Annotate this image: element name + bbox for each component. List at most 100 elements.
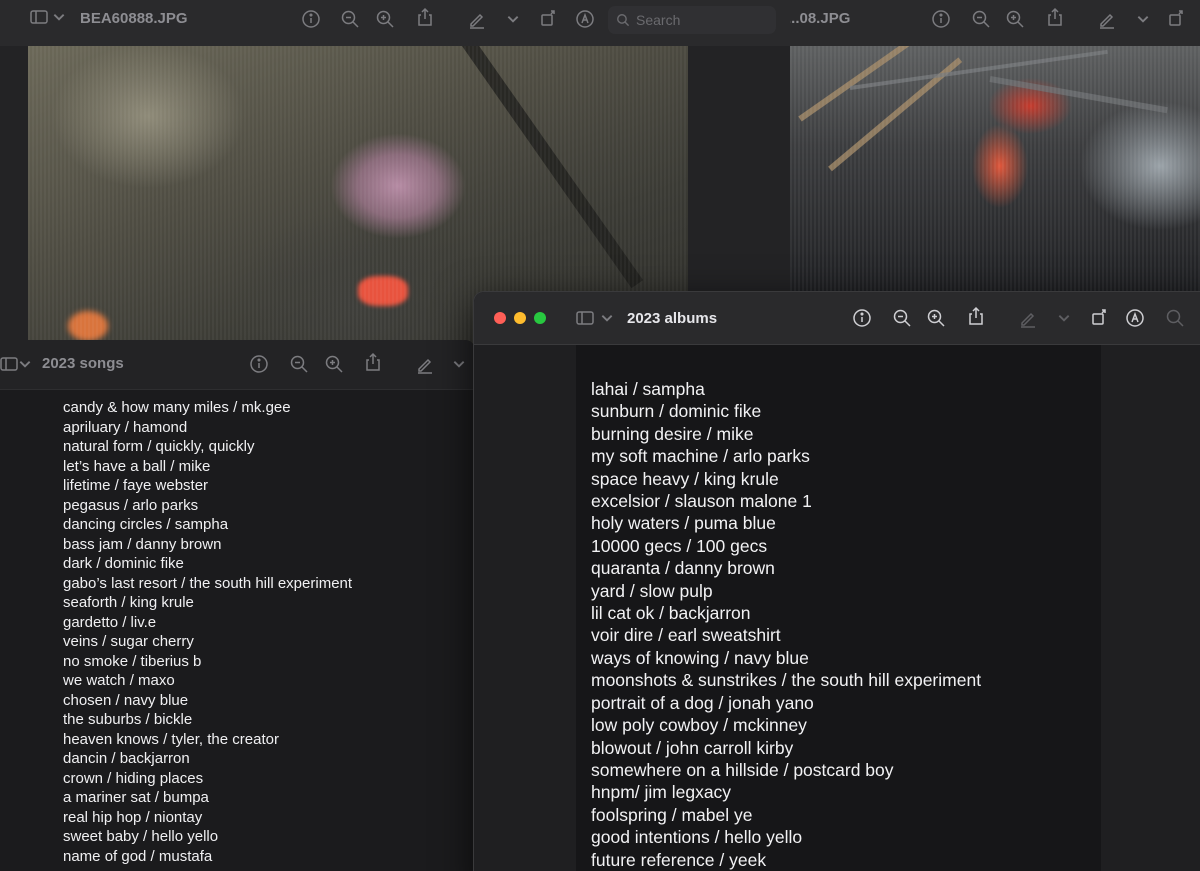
chevron-down-icon[interactable]: [1136, 8, 1150, 30]
album-list-item: 10000 gecs / 100 gecs: [591, 535, 768, 556]
album-list-item: lil cat ok / backjarron: [591, 603, 751, 624]
song-list-item: a mariner sat / bumpa: [63, 789, 209, 806]
markup-pen-icon[interactable]: [414, 353, 436, 375]
song-list-item: dark / dominic fike: [63, 555, 184, 572]
album-list-item: low poly cowboy / mckinney: [591, 715, 807, 736]
album-list-item: ways of knowing / navy blue: [591, 647, 809, 668]
song-list-item: natural form / quickly, quickly: [63, 438, 255, 455]
markup-pen-icon[interactable]: [1017, 307, 1039, 329]
info-icon[interactable]: [930, 8, 952, 30]
song-list-item: we watch / maxo: [63, 672, 175, 689]
info-icon[interactable]: [300, 8, 322, 30]
song-list-item: lifetime / faye webster: [63, 477, 209, 494]
zoom-out-icon[interactable]: [970, 8, 992, 30]
preview-window-photo-2[interactable]: ...08.JPG: [790, 0, 1200, 295]
album-list-item: quaranta / danny brown: [591, 558, 775, 579]
sidebar-toggle-icon[interactable]: [574, 307, 596, 329]
album-list-item: excelsior / slauson malone 1: [591, 491, 812, 512]
album-list-item: somewhere on a hillside / postcard boy: [591, 759, 894, 780]
songs-list: candy & how many miles / mk.gee apriluary…: [63, 398, 352, 866]
preview-window-albums[interactable]: 2023 albums lahai / sampha sunburn / dom…: [474, 292, 1200, 871]
page-margin-right: [1101, 345, 1200, 871]
song-list-item: name of god / mustafa: [63, 847, 213, 865]
title-bar[interactable]: ...08.JPG: [790, 0, 1200, 46]
zoom-out-icon[interactable]: [339, 8, 361, 30]
page-margin-left: [474, 345, 576, 871]
title-bar[interactable]: 2023 songs: [0, 340, 475, 390]
album-list-item: hnpm/ jim legxacy: [591, 782, 732, 803]
window-title: 2023 albums: [627, 310, 718, 327]
photo-image: [790, 46, 1200, 295]
zoom-button[interactable]: [534, 312, 546, 324]
markup-pen-icon[interactable]: [466, 8, 488, 30]
minimize-button[interactable]: [514, 312, 526, 324]
song-list-item: sweet baby / hello yello: [63, 828, 219, 845]
song-list-item: gabo’s last resort / the south hill expe…: [63, 574, 353, 592]
song-list-item: dancin / backjarron: [63, 750, 190, 767]
album-list-item: future reference / yeek: [591, 849, 767, 870]
song-list-item: candy & how many miles / mk.gee: [63, 399, 291, 416]
song-list-item: bass jam / danny brown: [63, 535, 222, 553]
song-list-item: the suburbs / bickle: [63, 711, 193, 728]
search-field[interactable]: Search: [608, 6, 776, 34]
annotate-icon[interactable]: [574, 8, 596, 30]
annotate-icon[interactable]: [1124, 307, 1146, 329]
sidebar-toggle-icon[interactable]: [28, 6, 50, 28]
album-list-item: moonshots & sunstrikes / the south hill …: [591, 670, 982, 691]
song-list-item: seaforth / king krule: [63, 594, 194, 611]
share-icon[interactable]: [414, 6, 436, 28]
window-title: BEA60888.JPG: [80, 10, 188, 27]
preview-window-songs[interactable]: 2023 songs candy & how many miles / mk.g…: [0, 340, 475, 871]
window-title: ...08.JPG: [790, 10, 851, 27]
album-list-item: portrait of a dog / jonah yano: [591, 692, 814, 713]
song-list-item: crown / hiding places: [63, 769, 204, 787]
markup-pen-icon[interactable]: [1096, 8, 1118, 30]
window-title: 2023 songs: [42, 355, 124, 372]
share-icon[interactable]: [1044, 6, 1066, 28]
close-button[interactable]: [494, 312, 506, 324]
share-icon[interactable]: [362, 351, 384, 373]
album-list-item: yard / slow pulp: [591, 580, 713, 601]
chevron-down-icon[interactable]: [600, 307, 614, 329]
search-placeholder: Search: [636, 12, 681, 28]
rotate-icon[interactable]: [1089, 306, 1111, 328]
song-list-item: chosen / navy blue: [63, 691, 189, 709]
chevron-down-icon[interactable]: [18, 353, 32, 375]
share-icon[interactable]: [965, 305, 987, 327]
rotate-icon[interactable]: [1166, 7, 1188, 29]
chevron-down-icon[interactable]: [52, 6, 66, 28]
song-list-item: apriluary / hamond: [63, 418, 188, 436]
info-icon[interactable]: [851, 307, 873, 329]
album-list-item: sunburn / dominic fike: [591, 401, 762, 422]
song-list-item: dancing circles / sampha: [63, 516, 229, 533]
song-list-item: pegasus / arlo parks: [63, 496, 199, 514]
info-icon[interactable]: [248, 353, 270, 375]
album-list-item: blowout / john carroll kirby: [591, 737, 794, 758]
song-list-item: real hip hop / niontay: [63, 808, 203, 826]
zoom-in-icon[interactable]: [374, 8, 396, 30]
album-list-item: foolspring / mabel ye: [591, 804, 753, 825]
song-list-item: let’s have a ball / mike: [63, 457, 211, 475]
album-list-item: good intentions / hello yello: [591, 827, 803, 848]
album-list-item: space heavy / king krule: [591, 468, 779, 489]
zoom-out-icon[interactable]: [288, 353, 310, 375]
zoom-in-icon[interactable]: [323, 353, 345, 375]
song-list-item: heaven knows / tyler, the creator: [63, 730, 279, 748]
chevron-down-icon[interactable]: [452, 353, 466, 375]
title-bar[interactable]: BEA60888.JPG Search: [0, 0, 790, 46]
search-icon: [617, 14, 630, 27]
album-list-item: my soft machine / arlo parks: [591, 446, 810, 467]
zoom-in-icon[interactable]: [1004, 8, 1026, 30]
album-list-item: voir dire / earl sweatshirt: [591, 625, 781, 646]
rotate-icon[interactable]: [538, 7, 560, 29]
zoom-in-icon[interactable]: [925, 307, 947, 329]
search-icon[interactable]: [1164, 307, 1186, 329]
album-list-item: lahai / sampha: [591, 379, 705, 399]
title-bar[interactable]: 2023 albums: [474, 292, 1200, 345]
chevron-down-icon[interactable]: [1057, 307, 1071, 329]
sidebar-toggle-icon[interactable]: [0, 353, 20, 375]
zoom-out-icon[interactable]: [891, 307, 913, 329]
song-list-item: veins / sugar cherry: [63, 633, 194, 650]
chevron-down-icon[interactable]: [506, 8, 520, 30]
album-list-item: burning desire / mike: [591, 423, 754, 444]
